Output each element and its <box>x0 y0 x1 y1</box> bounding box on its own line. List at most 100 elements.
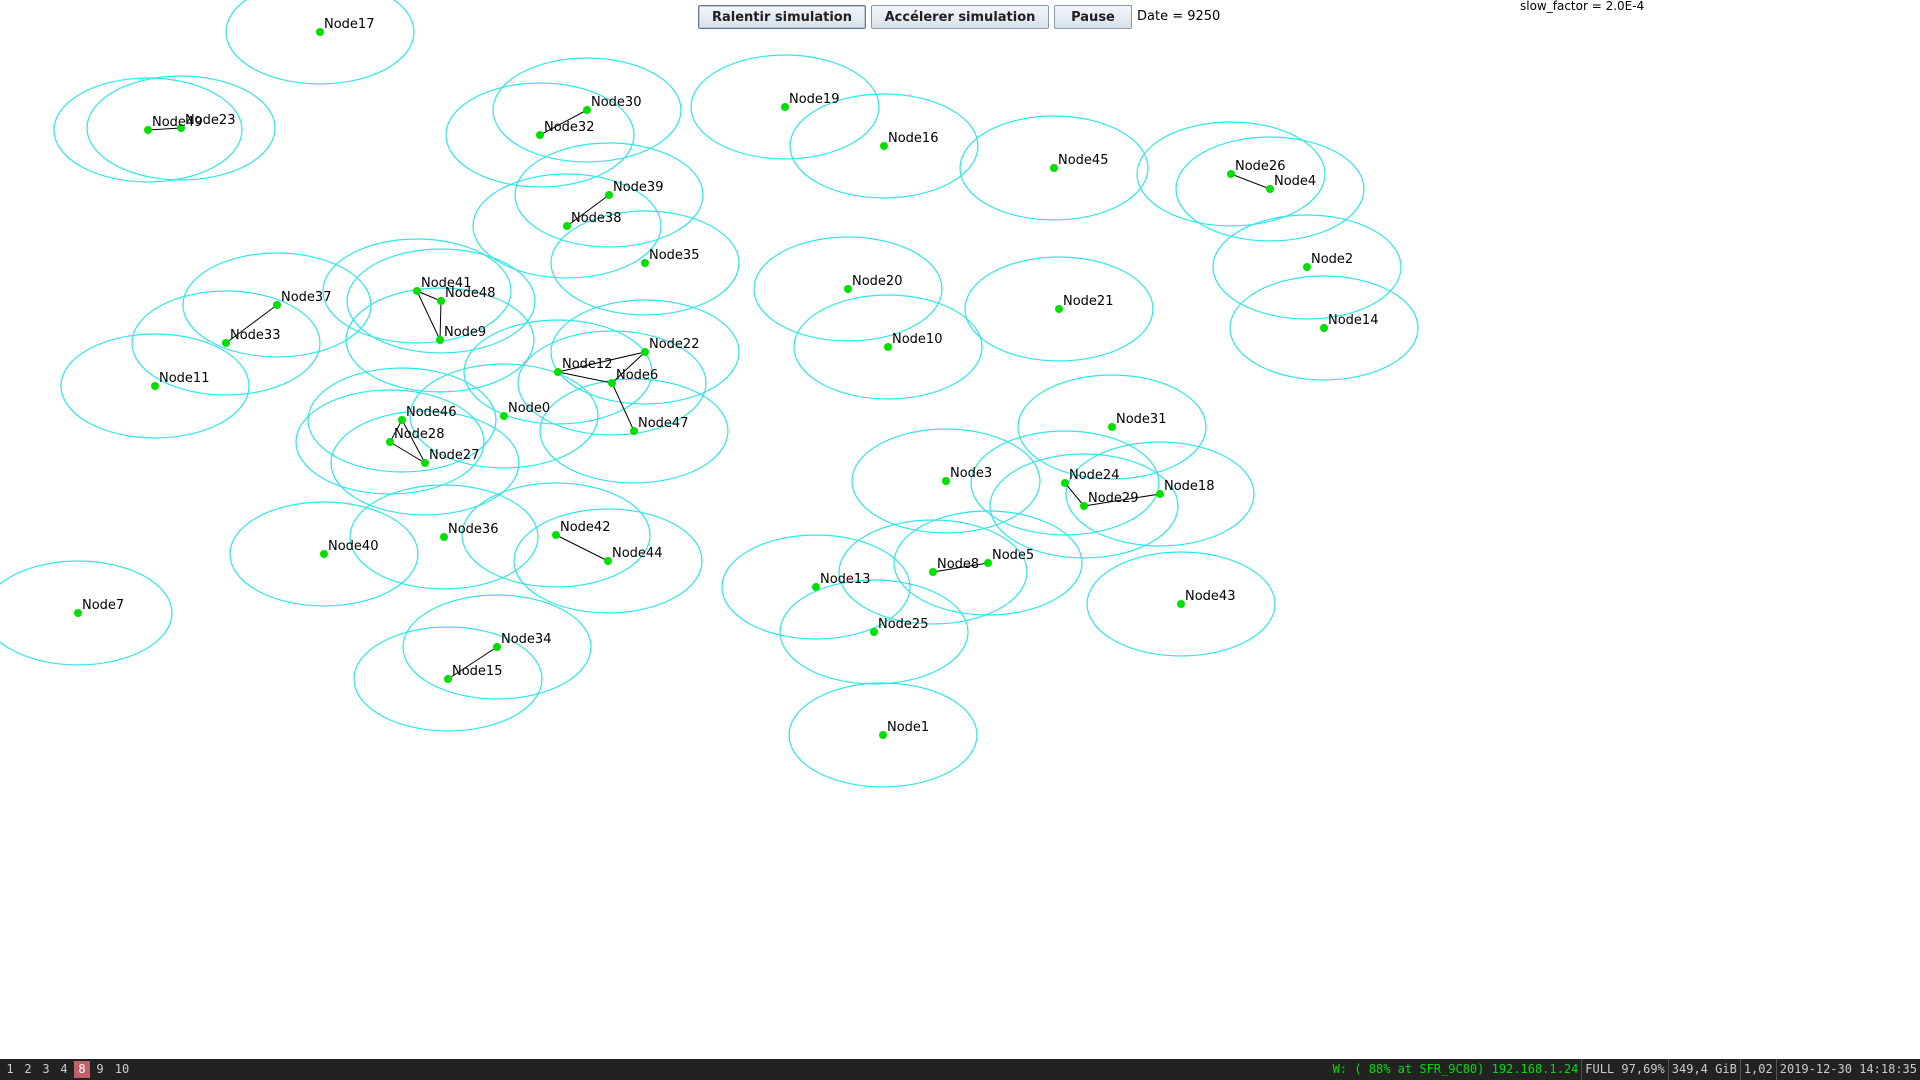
node-label-node44: Node44 <box>612 546 662 561</box>
load-status: 1,02 <box>1739 1059 1776 1080</box>
node-label-node48: Node48 <box>445 286 495 301</box>
node-dot-node4 <box>1266 185 1274 193</box>
node-label-node19: Node19 <box>789 92 839 107</box>
node-dot-node40 <box>320 550 328 558</box>
node-label-node4: Node4 <box>1274 174 1316 189</box>
wifi-status: W: ( 88% at SFR_9C80) 192.168.1.24 <box>1332 1062 1579 1076</box>
node-label-node30: Node30 <box>591 95 641 110</box>
node-label-node24: Node24 <box>1069 468 1119 483</box>
node-label-node31: Node31 <box>1116 412 1166 427</box>
node-dot-node11 <box>151 382 159 390</box>
node-label-node3: Node3 <box>950 466 992 481</box>
simulation-canvas: Node0 Node1 Node2 Node3 Node4 Node5 Node6 Node7… <box>0 0 1419 788</box>
system-status: W: ( 88% at SFR_9C80) 192.168.1.24 FULL … <box>1330 1059 1920 1080</box>
node-dot-node45 <box>1050 164 1058 172</box>
node-dot-node0 <box>500 412 508 420</box>
node-dot-node1 <box>879 731 887 739</box>
workspace-4[interactable]: 4 <box>56 1061 72 1078</box>
link-node26-node4 <box>1230 173 1271 190</box>
node-label-node33: Node33 <box>230 328 280 343</box>
node-label-node17: Node17 <box>324 17 374 32</box>
nodes <box>74 28 1328 739</box>
node-dot-node48 <box>437 297 445 305</box>
node-label-node6: Node6 <box>616 368 658 383</box>
link-node48-node9 <box>439 300 442 341</box>
node-label-node49: Node49 <box>152 115 202 130</box>
workspace-10[interactable]: 10 <box>112 1061 132 1078</box>
node-dot-node37 <box>273 301 281 309</box>
node-label-node36: Node36 <box>448 522 498 537</box>
node-dot-node36 <box>440 533 448 541</box>
node-dot-node42 <box>552 531 560 539</box>
node-label-node29: Node29 <box>1088 491 1138 506</box>
link-node6-node47 <box>611 382 635 432</box>
node-dot-node18 <box>1156 490 1164 498</box>
node-label-node43: Node43 <box>1185 589 1235 604</box>
node-dot-node49 <box>144 126 152 134</box>
node-label-node8: Node8 <box>937 557 979 572</box>
node-dot-node7 <box>74 609 82 617</box>
node-dot-node34 <box>493 643 501 651</box>
node-labels: Node0 Node1 Node2 Node3 Node4 Node5 Node6 Node7… <box>82 17 1378 735</box>
node-dot-node27 <box>421 459 429 467</box>
node-label-node13: Node13 <box>820 572 870 587</box>
node-dot-node35 <box>641 259 649 267</box>
node-dot-node9 <box>436 336 444 344</box>
node-label-node39: Node39 <box>613 180 663 195</box>
node-label-node20: Node20 <box>852 274 902 289</box>
workspace-8[interactable]: 8 <box>74 1061 90 1078</box>
workspace-2[interactable]: 2 <box>20 1061 36 1078</box>
node-label-node22: Node22 <box>649 337 699 352</box>
node-dot-node39 <box>605 191 613 199</box>
node-dot-node22 <box>641 348 649 356</box>
node-label-node9: Node9 <box>444 325 486 340</box>
node-dot-node19 <box>781 103 789 111</box>
node-label-node7: Node7 <box>82 598 124 613</box>
node-dot-node16 <box>880 142 888 150</box>
node-dot-node15 <box>444 675 452 683</box>
node-dot-node8 <box>929 568 937 576</box>
node-label-node37: Node37 <box>281 290 331 305</box>
node-label-node40: Node40 <box>328 539 378 554</box>
node-label-node47: Node47 <box>638 416 688 431</box>
node-dot-node26 <box>1227 170 1235 178</box>
node-dot-node41 <box>413 287 421 295</box>
node-label-node32: Node32 <box>544 120 594 135</box>
node-label-node38: Node38 <box>571 211 621 226</box>
node-label-node42: Node42 <box>560 520 610 535</box>
node-dot-node32 <box>536 131 544 139</box>
node-dot-node21 <box>1055 305 1063 313</box>
node-label-node21: Node21 <box>1063 294 1113 309</box>
node-label-node35: Node35 <box>649 248 699 263</box>
node-dot-node5 <box>984 559 992 567</box>
node-dot-node2 <box>1303 263 1311 271</box>
node-links <box>147 109 1271 680</box>
node-label-node10: Node10 <box>892 332 942 347</box>
node-label-node26: Node26 <box>1235 159 1285 174</box>
battery-status: FULL 97,69% <box>1581 1059 1667 1080</box>
disk-status: 349,4 GiB <box>1667 1059 1740 1080</box>
node-dot-node30 <box>583 106 591 114</box>
node-label-node5: Node5 <box>992 548 1034 563</box>
node-label-node11: Node11 <box>159 371 209 386</box>
workspace-9[interactable]: 9 <box>92 1061 108 1078</box>
node-label-node12: Node12 <box>562 357 612 372</box>
node-label-node15: Node15 <box>452 664 502 679</box>
link-node41-node9 <box>416 290 441 341</box>
node-dot-node38 <box>563 222 571 230</box>
node-label-node18: Node18 <box>1164 479 1214 494</box>
node-label-node16: Node16 <box>888 131 938 146</box>
clock: 2019-12-30 14:18:35 <box>1775 1059 1920 1080</box>
node-label-node45: Node45 <box>1058 153 1108 168</box>
node-label-node27: Node27 <box>429 448 479 463</box>
node-dot-node20 <box>844 285 852 293</box>
node-dot-node10 <box>884 343 892 351</box>
workspace-1[interactable]: 1 <box>2 1061 18 1078</box>
workspace-3[interactable]: 3 <box>38 1061 54 1078</box>
node-label-node25: Node25 <box>878 617 928 632</box>
node-dot-node14 <box>1320 324 1328 332</box>
range-circle-node17 <box>225 0 415 85</box>
node-dot-node6 <box>608 379 616 387</box>
node-label-node34: Node34 <box>501 632 551 647</box>
node-dot-node44 <box>604 557 612 565</box>
